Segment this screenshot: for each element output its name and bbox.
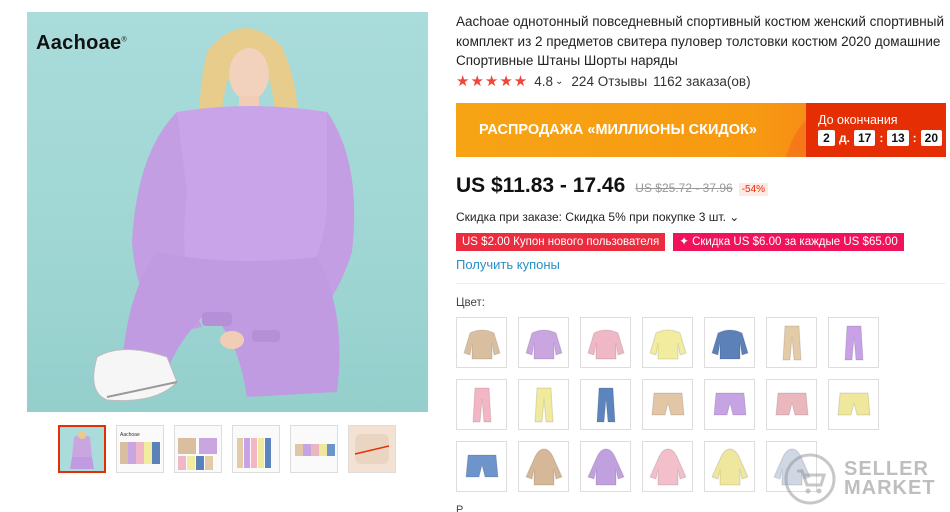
current-price: US $11.83 - 17.46 [456,174,626,197]
shorts-swatch-image [464,454,499,477]
thumbnail-3[interactable] [174,425,222,473]
countdown-separator: : [912,131,917,145]
color-swatch-19[interactable] [704,441,755,492]
color-swatch-6[interactable] [766,317,817,368]
rating-row: ★★★★★ 4.8 ⌄ 224 Отзывы 1162 заказа(ов) [456,72,751,90]
thumbnail-6[interactable] [348,425,396,473]
size-label: Р [456,504,464,512]
chevron-down-icon[interactable]: ⌄ [555,76,563,87]
color-swatch-10[interactable] [580,379,631,430]
thumbnail-2-image: Aachoae [117,426,163,472]
seller-market-watermark: SELLER MARKET [784,453,936,505]
thumbnail-strip: Aachoae [58,425,396,473]
product-title: Aachoae однотонный повседневный спортивн… [456,14,944,68]
color-swatch-17[interactable] [580,441,631,492]
color-swatch-3[interactable] [580,317,631,368]
svg-text:Aachoae: Aachoae [120,432,140,438]
thumbnail-6-image [349,426,395,472]
new-user-coupon[interactable]: US $2.00 Купон нового пользователя [456,233,666,251]
bulk-discount-info[interactable]: Скидка при заказе: Скидка 5% при покупке… [456,210,739,224]
countdown-seconds: 20 [920,130,943,146]
get-coupons-link[interactable]: Получить купоны [456,257,560,272]
color-swatch-14[interactable] [828,379,879,430]
main-product-image[interactable]: Aachoae® [27,12,428,412]
sweater-swatch-image [524,329,563,359]
color-label: Цвет: [456,297,485,309]
color-swatch-11[interactable] [642,379,693,430]
color-swatch-4[interactable] [642,317,693,368]
rating-value[interactable]: 4.8 [534,74,553,89]
countdown-minutes: 13 [887,130,909,146]
color-swatch-1[interactable] [456,317,507,368]
pants-swatch-image [533,387,554,422]
color-swatch-7[interactable] [828,317,879,368]
thumbnail-5[interactable] [290,425,338,473]
color-swatch-2[interactable] [518,317,569,368]
sweater-swatch-image [648,329,687,359]
thumbnail-4[interactable] [232,425,280,473]
divider [456,283,946,284]
pants-swatch-image [595,387,616,422]
color-swatch-18[interactable] [642,441,693,492]
store-discount-coupon[interactable]: ✦ Скидка US $6.00 за каждые US $65.00 [673,233,904,251]
shorts-swatch-image [774,392,809,415]
countdown-separator: : [879,131,884,145]
rating-stars-icon: ★★★★★ [456,73,529,90]
shorts-swatch-image [650,392,685,415]
sale-banner[interactable]: РАСПРОДАЖА «МИЛЛИОНЫ СКИДОК» До окончани… [456,103,946,157]
color-swatch-15[interactable] [456,441,507,492]
countdown-days: 2 [818,130,835,146]
original-price: US $25.72 - 37.96 [635,181,733,195]
discount-badge: -54% [738,183,769,196]
hoodie-swatch-image [648,447,687,485]
thumbnail-1-image [60,427,104,471]
color-swatch-8[interactable] [456,379,507,430]
reviews-count[interactable]: 224 Отзывы [571,74,647,89]
thumbnail-5-image [291,426,337,472]
model-illustration [93,28,355,402]
thumbnail-3-image [175,426,221,472]
hoodie-swatch-image [524,447,563,485]
color-swatch-12[interactable] [704,379,755,430]
countdown-label: До окончания [818,113,898,127]
hoodie-swatch-image [586,447,625,485]
price-row: US $11.83 - 17.46 US $25.72 - 37.96 -54% [456,174,769,198]
cart-logo-icon [784,453,836,505]
pants-swatch-image [843,325,864,360]
shorts-swatch-image [712,392,747,415]
color-swatch-13[interactable] [766,379,817,430]
thumbnail-4-image [233,426,279,472]
sweater-swatch-image [586,329,625,359]
sale-banner-text: РАСПРОДАЖА «МИЛЛИОНЫ СКИДОК» [479,122,757,138]
thumbnail-1[interactable] [58,425,106,473]
color-swatch-9[interactable] [518,379,569,430]
coupons-row: US $2.00 Купон нового пользователя ✦ Ски… [456,233,904,251]
orders-count: 1162 заказа(ов) [653,73,751,89]
countdown-timer: 2 д. 17 : 13 : 20 [818,130,946,146]
countdown-days-unit: д. [839,131,850,145]
shorts-swatch-image [836,392,871,415]
color-swatch-5[interactable] [704,317,755,368]
watermark-text: SELLER MARKET [844,459,936,499]
watermark-line-2: MARKET [844,477,936,499]
countdown-hours: 17 [853,130,876,146]
color-swatch-16[interactable] [518,441,569,492]
pants-swatch-image [471,387,492,422]
hoodie-swatch-image [710,447,749,485]
sweater-swatch-image [710,329,749,359]
sweater-swatch-image [462,329,501,359]
pants-swatch-image [781,325,802,360]
thumbnail-2[interactable]: Aachoae [116,425,164,473]
countdown-panel: До окончания 2 д. 17 : 13 : 20 [806,103,946,157]
